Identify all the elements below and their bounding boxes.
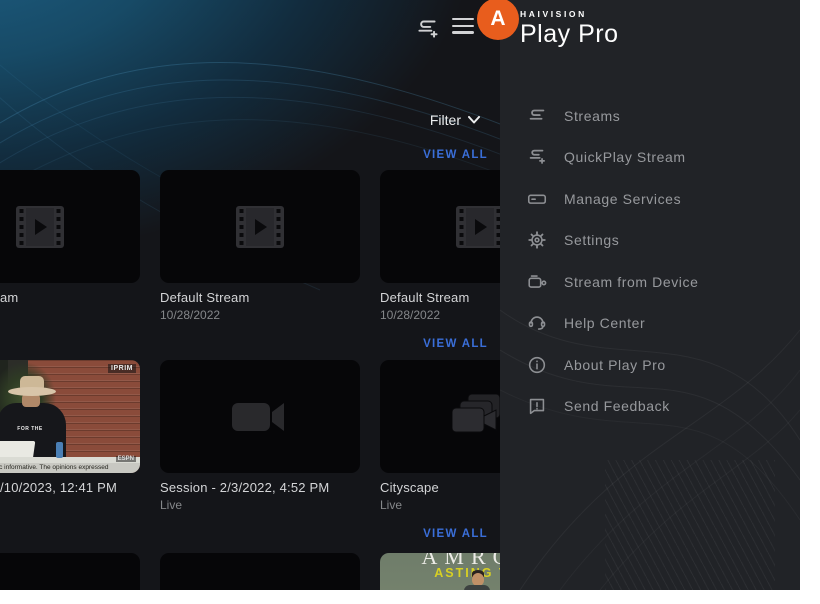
poster-person-body <box>464 585 490 590</box>
menu-item-quickplay-stream[interactable]: QuickPlay Stream <box>500 137 800 179</box>
stream-card[interactable]: FOR THE IPRIM ESPN meant to be comedic i… <box>0 360 140 495</box>
about-icon <box>526 354 548 376</box>
brand-play-pro: Play Pro <box>520 20 618 49</box>
live-label: Live <box>160 498 360 512</box>
menu-item-label: QuickPlay Stream <box>564 149 686 165</box>
film-icon <box>456 206 504 248</box>
drawer-menu: Streams QuickPlay Stream Manage Services <box>500 95 800 427</box>
app-window: Filter VIEW ALL VIEW ALL VIEW ALL <box>0 0 800 590</box>
stream-from-device-icon <box>526 271 548 293</box>
stream-card[interactable]: Default Stream 10/28/2022 <box>160 170 360 322</box>
menu-item-settings[interactable]: Settings <box>500 220 800 262</box>
chevron-down-icon <box>468 116 480 124</box>
stream-title: Default Stream <box>160 290 360 305</box>
photo-logo-bottom-right: ESPN <box>116 456 136 462</box>
annotation-badge-a[interactable]: A <box>477 0 519 40</box>
filter-label: Filter <box>430 112 461 128</box>
stream-title: Session - 2/3/2022, 4:52 PM <box>160 480 360 495</box>
view-all-link-3[interactable]: VIEW ALL <box>423 528 488 540</box>
menu-item-help-center[interactable]: Help Center <box>500 303 800 345</box>
quickplay-icon <box>526 146 548 168</box>
stream-card[interactable] <box>160 553 360 590</box>
menu-item-label: Stream from Device <box>564 274 699 290</box>
menu-item-stream-from-device[interactable]: Stream from Device <box>500 261 800 303</box>
film-icon <box>236 206 284 248</box>
help-center-icon <box>526 312 548 334</box>
filter-control[interactable]: Filter <box>430 112 480 128</box>
content-area: Filter VIEW ALL VIEW ALL VIEW ALL <box>0 0 500 590</box>
photo-water-bottle <box>56 442 63 458</box>
menu-item-label: About Play Pro <box>564 357 666 373</box>
brand-logo: HAIVISION Play Pro <box>520 9 618 49</box>
menu-item-label: Settings <box>564 232 619 248</box>
film-icon <box>16 206 64 248</box>
streams-icon <box>526 105 548 127</box>
menu-item-label: Send Feedback <box>564 398 670 414</box>
navigation-drawer: HAIVISION Play Pro Streams QuickPlay Str… <box>500 0 800 590</box>
menu-item-label: Streams <box>564 108 620 124</box>
menu-item-label: Help Center <box>564 315 645 331</box>
photo-hoodie-text: FOR THE <box>16 426 44 432</box>
video-camera-icon <box>232 399 288 435</box>
stream-thumbnail-photo: FOR THE IPRIM ESPN meant to be comedic i… <box>0 360 140 473</box>
menu-item-about-play-pro[interactable]: About Play Pro <box>500 344 800 386</box>
stream-thumbnail <box>0 553 140 590</box>
manage-services-icon <box>526 188 548 210</box>
menu-item-send-feedback[interactable]: Send Feedback <box>500 386 800 428</box>
stream-card[interactable] <box>0 553 140 590</box>
settings-icon <box>526 229 548 251</box>
menu-item-label: Manage Services <box>564 191 681 207</box>
stream-title: am <box>0 290 140 305</box>
hamburger-menu-icon[interactable] <box>452 18 474 34</box>
photo-logo-top-right: IPRIM <box>108 364 136 373</box>
stream-title: /10/2023, 12:41 PM <box>0 480 140 495</box>
photo-ticker-text: meant to be comedic informative. The opi… <box>0 463 140 473</box>
stream-date: 10/28/2022 <box>160 308 360 322</box>
view-all-link-2[interactable]: VIEW ALL <box>423 338 488 350</box>
stream-thumbnail <box>160 553 360 590</box>
menu-item-manage-services[interactable]: Manage Services <box>500 178 800 220</box>
stream-thumbnail <box>160 170 360 283</box>
view-all-link-1[interactable]: VIEW ALL <box>423 149 488 161</box>
quickplay-stream-icon[interactable] <box>414 15 440 46</box>
stream-thumbnail <box>160 360 360 473</box>
stream-thumbnail <box>0 170 140 283</box>
menu-item-streams[interactable]: Streams <box>500 95 800 137</box>
brand-haivision: HAIVISION <box>520 9 618 19</box>
stream-card[interactable]: Session - 2/3/2022, 4:52 PM Live <box>160 360 360 512</box>
send-feedback-icon <box>526 395 548 417</box>
stream-card[interactable]: am <box>0 170 140 305</box>
